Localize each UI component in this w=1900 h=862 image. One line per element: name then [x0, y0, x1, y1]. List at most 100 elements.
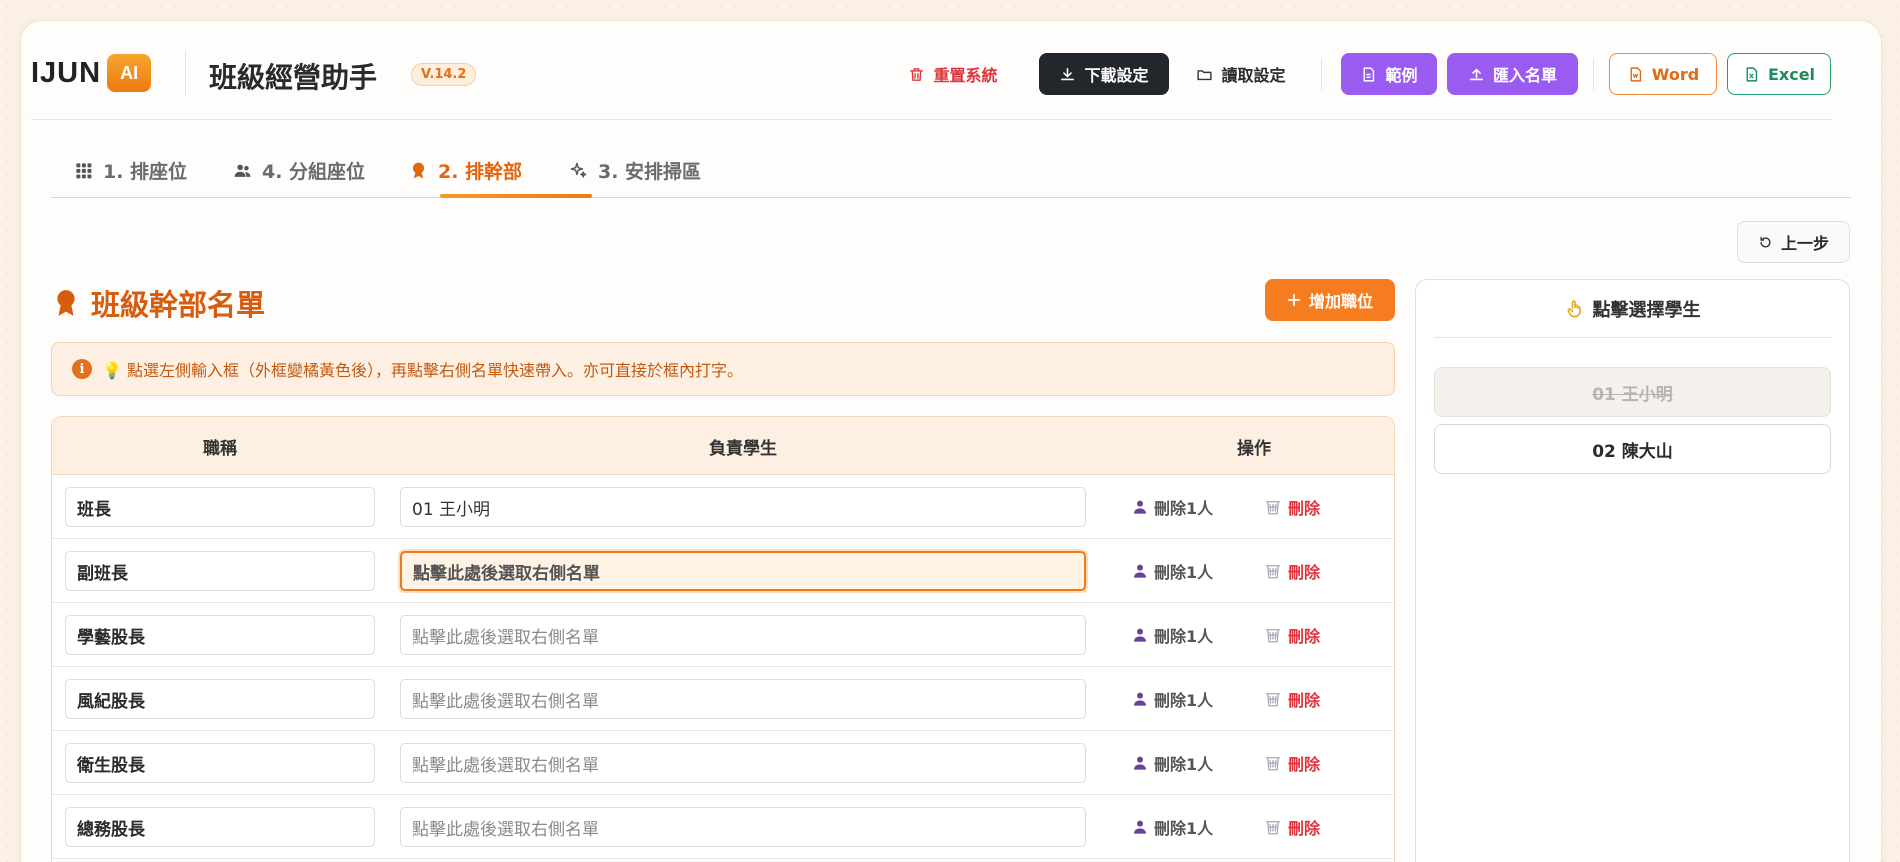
table-row: 衛生股長 點擊此處後選取右側名單 刪除1人 刪除 — [52, 731, 1394, 795]
delete-row-button[interactable]: 刪除 — [1264, 679, 1320, 719]
delete-label: 刪除 — [1288, 819, 1321, 838]
header-actions: 操作 — [1237, 438, 1271, 459]
undo-icon — [1760, 236, 1771, 247]
reset-system-button[interactable]: 重置系統 — [893, 53, 1013, 95]
section-title-text: 班級幹部名單 — [91, 288, 266, 322]
tab-cadres[interactable]: 2. 排幹部 — [409, 142, 522, 198]
add-position-button[interactable]: 增加職位 — [1265, 279, 1395, 321]
person-icon — [1134, 820, 1146, 834]
header-student: 負責學生 — [709, 438, 777, 459]
delete-label: 刪除 — [1288, 691, 1321, 710]
position-title-input[interactable]: 衛生股長 — [65, 743, 375, 783]
remove-one-button[interactable]: 刪除1人 — [1132, 743, 1213, 783]
header-title: 職稱 — [203, 438, 237, 459]
import-list-button[interactable]: 匯入名單 — [1447, 53, 1578, 95]
remove-one-button[interactable]: 刪除1人 — [1132, 679, 1213, 719]
sample-label: 範例 — [1385, 66, 1418, 85]
sample-button[interactable]: 範例 — [1341, 53, 1437, 95]
tab-bar: 1. 排座位 4. 分組座位 2. 排幹部 3. 安排掃區 — [51, 142, 1851, 198]
position-title-input[interactable]: 學藝股長 — [65, 615, 375, 655]
read-settings-button[interactable]: 讀取設定 — [1181, 53, 1301, 95]
upload-icon — [1470, 68, 1483, 80]
undo-label: 上一步 — [1780, 234, 1829, 253]
notice-text: 💡 點選左側輸入框（外框變橘黃色後），再點擊右側名單快速帶入。亦可直接於框內打字… — [102, 361, 744, 380]
delete-row-button[interactable]: 刪除 — [1264, 807, 1320, 847]
delete-row-button[interactable]: 刪除 — [1264, 743, 1320, 783]
header-divider — [185, 50, 186, 96]
read-label: 讀取設定 — [1221, 66, 1286, 85]
plus-icon — [1287, 293, 1301, 307]
download-label: 下載設定 — [1084, 66, 1149, 85]
position-title-input[interactable]: 班長 — [65, 487, 375, 527]
student-label: 02 陳大山 — [1592, 441, 1673, 462]
delete-label: 刪除 — [1288, 499, 1321, 518]
trash-can-icon — [1266, 693, 1280, 707]
delete-row-button[interactable]: 刪除 — [1264, 551, 1320, 591]
remove-one-label: 刪除1人 — [1154, 755, 1214, 774]
award-icon — [412, 162, 425, 178]
pointer-hand-icon — [1566, 299, 1581, 317]
student-item[interactable]: 01 王小明 — [1434, 367, 1831, 417]
table-row: 副班長 點擊此處後選取右側名單 刪除1人 刪除 — [52, 539, 1394, 603]
delete-row-button[interactable]: 刪除 — [1264, 615, 1320, 655]
remove-one-button[interactable]: 刪除1人 — [1132, 487, 1213, 527]
student-item[interactable]: 02 陳大山 — [1434, 424, 1831, 474]
delete-row-button[interactable]: 刪除 — [1264, 487, 1320, 527]
instruction-notice: i 💡 點選左側輸入框（外框變橘黃色後），再點擊右側名單快速帶入。亦可直接於框內… — [51, 342, 1395, 396]
table-row: 風紀股長 點擊此處後選取右側名單 刪除1人 刪除 — [52, 667, 1394, 731]
folder-icon — [1197, 69, 1213, 80]
student-input[interactable]: 01 王小明 — [400, 487, 1086, 527]
position-title-input[interactable]: 副班長 — [65, 551, 375, 591]
file-icon — [1364, 66, 1375, 82]
tab-seating[interactable]: 1. 排座位 — [74, 142, 187, 198]
delete-label: 刪除 — [1288, 627, 1321, 646]
word-export-button[interactable]: Word — [1609, 53, 1717, 95]
position-title-input[interactable]: 總務股長 — [65, 807, 375, 847]
logo-text: IJUN — [31, 56, 102, 89]
excel-label: Excel — [1767, 64, 1816, 84]
trash-can-icon — [1266, 501, 1280, 515]
trash-can-icon — [1266, 757, 1280, 771]
remove-one-button[interactable]: 刪除1人 — [1132, 615, 1213, 655]
trash-can-icon — [1266, 629, 1280, 643]
header-divider-3 — [1593, 58, 1594, 90]
person-icon — [1134, 628, 1146, 642]
table-row: 總務股長 點擊此處後選取右側名單 刪除1人 刪除 — [52, 795, 1394, 859]
trash-can-icon — [1266, 821, 1280, 835]
app-header: IJUN AI 班級經營助手 V.14.2 重置系統 下載設定 讀取設定 範例 … — [31, 20, 1831, 120]
award-icon — [57, 290, 75, 316]
student-label: 01 王小明 — [1592, 384, 1673, 405]
student-input[interactable]: 點擊此處後選取右側名單 — [400, 615, 1086, 655]
table-row: 學藝股長 點擊此處後選取右側名單 刪除1人 刪除 — [52, 603, 1394, 667]
tab-group-seating[interactable]: 4. 分組座位 — [233, 142, 365, 198]
remove-one-button[interactable]: 刪除1人 — [1132, 807, 1213, 847]
remove-one-label: 刪除1人 — [1154, 627, 1214, 646]
undo-button[interactable]: 上一步 — [1737, 221, 1850, 263]
student-input[interactable]: 點擊此處後選取右側名單 — [400, 743, 1086, 783]
trash-can-icon — [1266, 565, 1280, 579]
excel-export-button[interactable]: Excel — [1727, 53, 1831, 95]
position-title-input[interactable]: 風紀股長 — [65, 679, 375, 719]
person-icon — [1134, 500, 1146, 514]
cadre-table: 職稱 負責學生 操作 班長 01 王小明 刪除1人 刪除 副班長 點擊此處後選取右側名單刪… — [51, 416, 1395, 862]
logo-badge: AI — [107, 54, 152, 92]
header-divider-2 — [1321, 58, 1322, 90]
student-input[interactable]: 點擊此處後選取右側名單 — [400, 679, 1086, 719]
remove-one-button[interactable]: 刪除1人 — [1132, 551, 1213, 591]
grid-icon — [76, 162, 92, 178]
reset-label: 重置系統 — [933, 66, 998, 85]
person-icon — [1134, 564, 1146, 578]
tab-label: 1. 排座位 — [103, 160, 188, 183]
add-position-label: 增加職位 — [1308, 292, 1373, 311]
delete-label: 刪除 — [1288, 563, 1321, 582]
remove-one-label: 刪除1人 — [1154, 563, 1214, 582]
trash-icon — [910, 67, 924, 81]
student-input[interactable]: 點擊此處後選取右側名單 — [400, 551, 1086, 591]
tab-cleaning-areas[interactable]: 3. 安排掃區 — [569, 142, 701, 198]
download-settings-button[interactable]: 下載設定 — [1039, 53, 1169, 95]
delete-label: 刪除 — [1288, 755, 1321, 774]
table-row: 班長 01 王小明 刪除1人 刪除 — [52, 475, 1394, 539]
panel-title: 點擊選擇學生 — [1434, 280, 1831, 338]
student-input[interactable]: 點擊此處後選取右側名單 — [400, 807, 1086, 847]
table-header: 職稱 負責學生 操作 — [52, 417, 1394, 475]
